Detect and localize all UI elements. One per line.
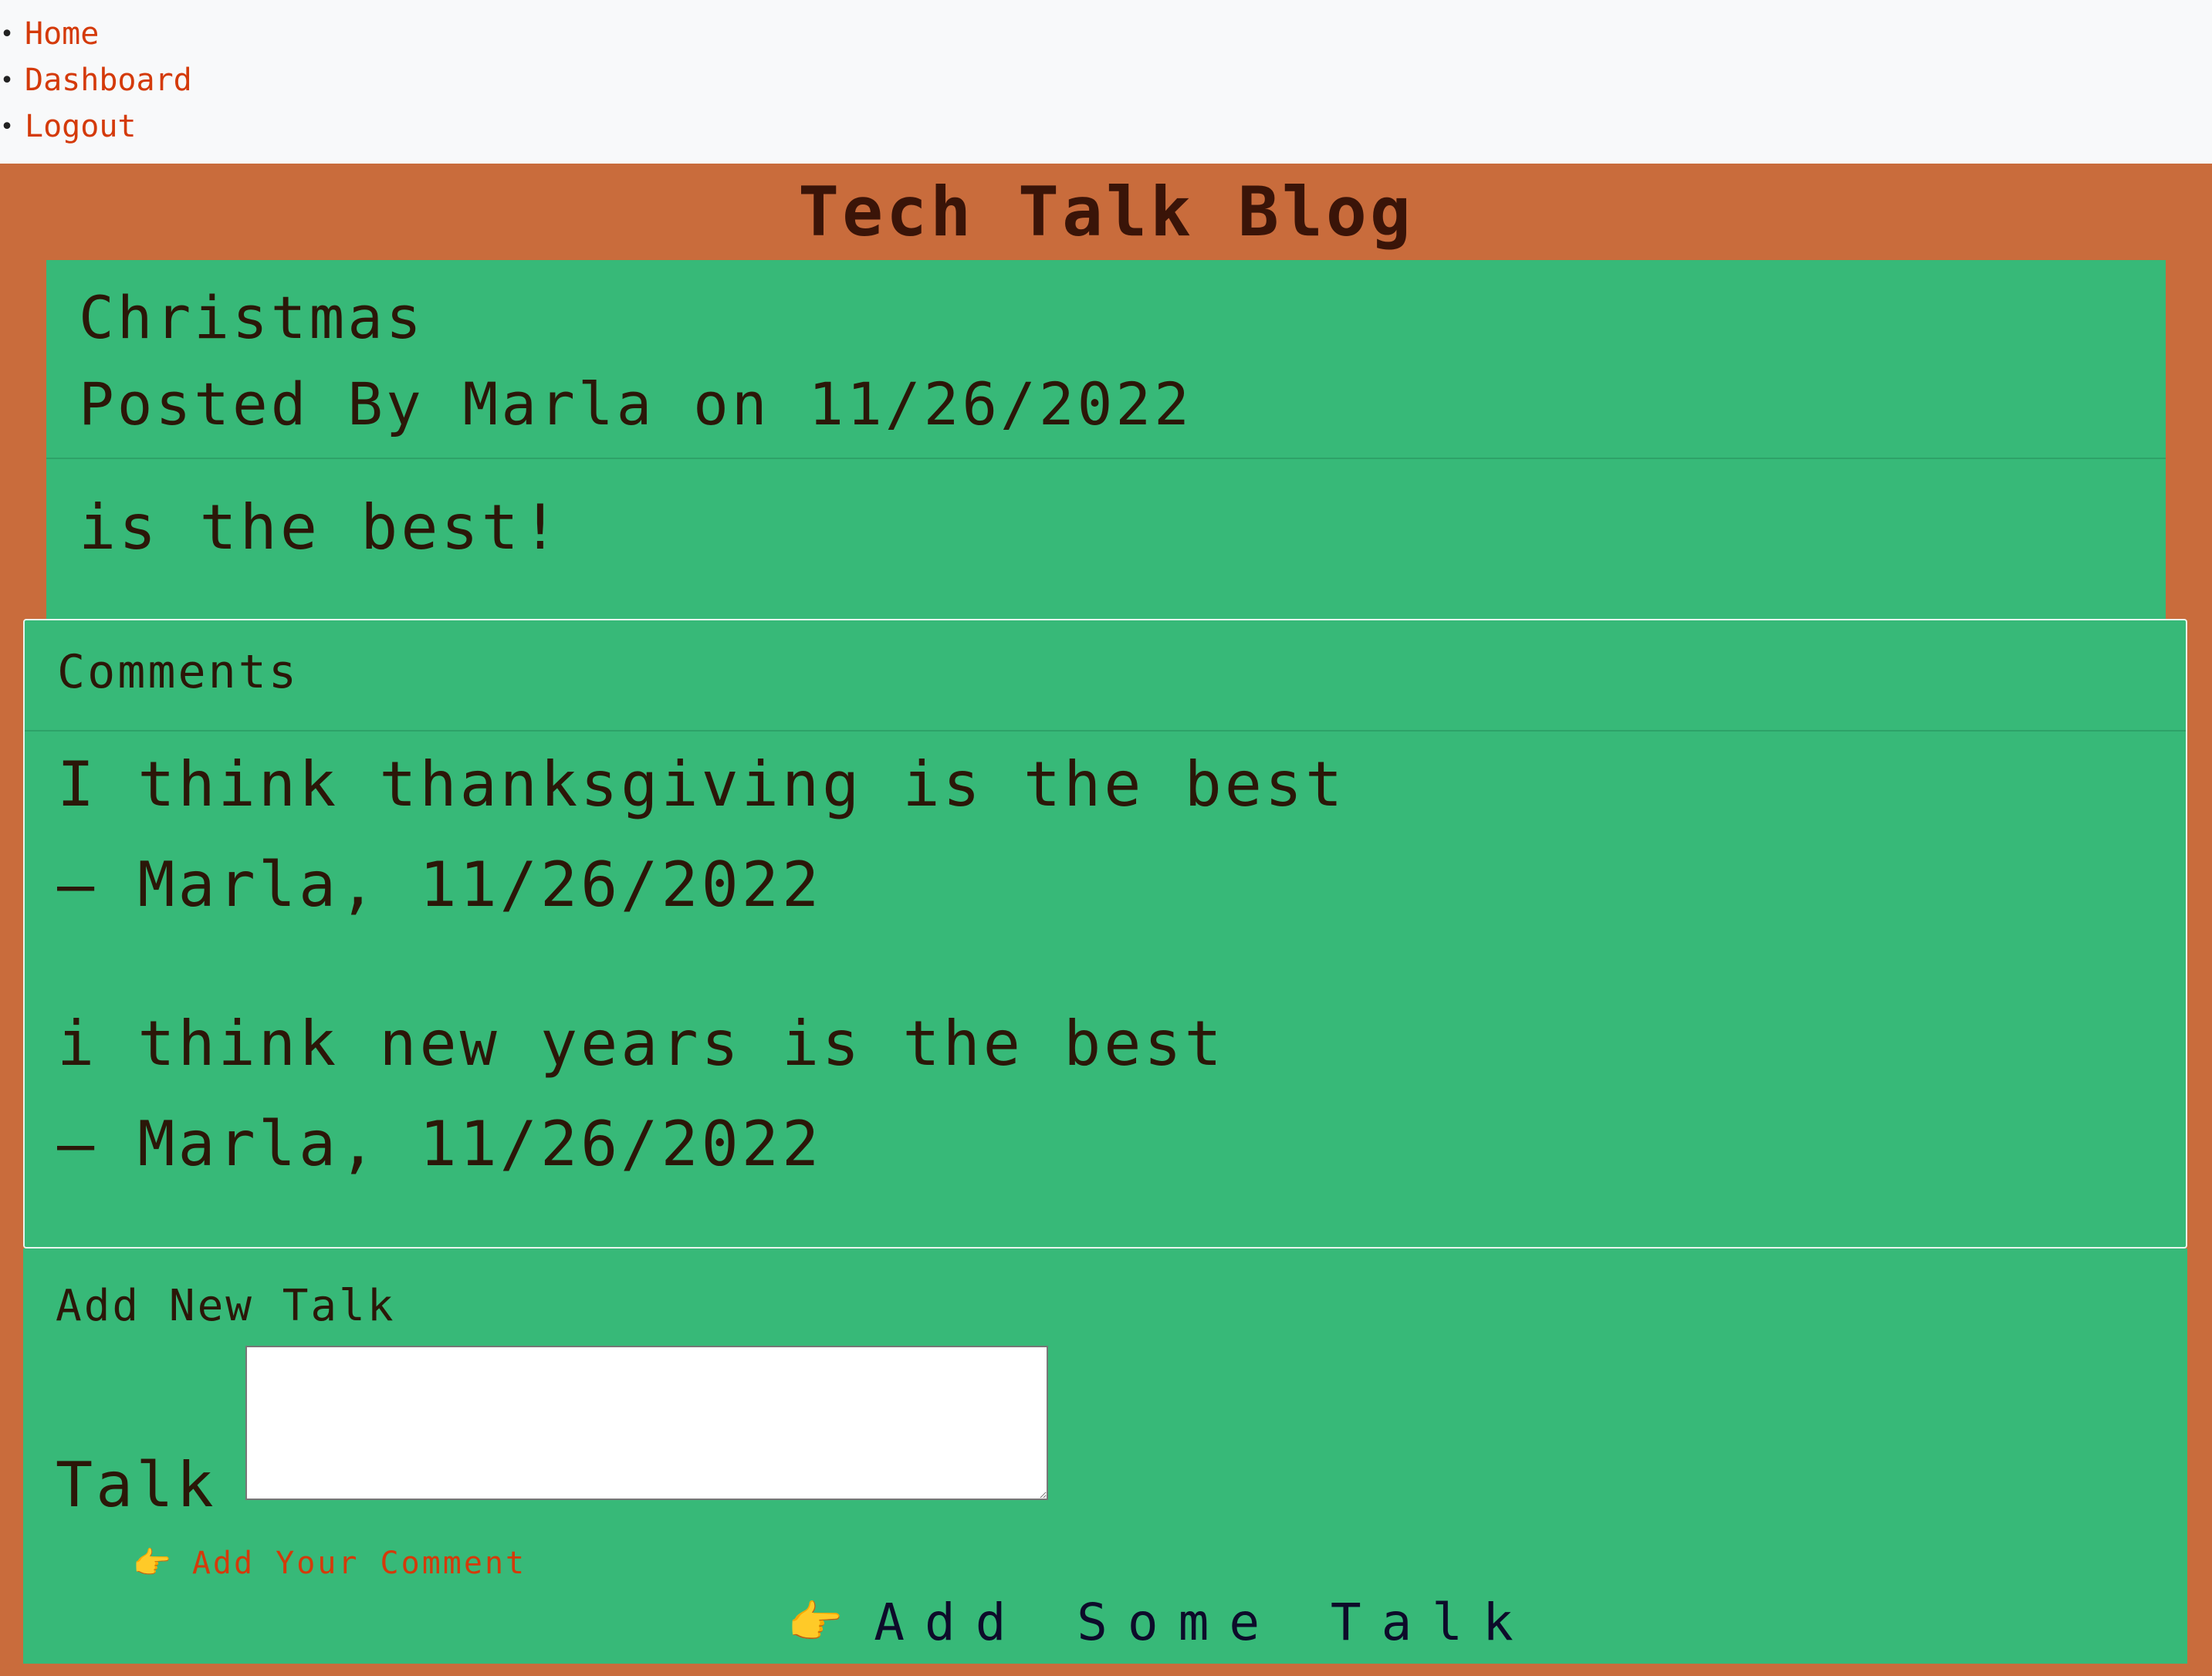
add-some-talk-button[interactable]: 👉 Add Some Talk	[787, 1593, 1534, 1652]
bullet-icon: •	[0, 20, 15, 48]
pointing-finger-icon: 👉	[787, 1596, 844, 1648]
add-comment-label: Add Your Comment	[191, 1545, 527, 1581]
comment-text: I think thanksgiving is the best	[57, 748, 1346, 820]
nav-link-home[interactable]: Home	[25, 16, 99, 52]
post-card: Christmas Posted By Marla on 11/26/2022 …	[46, 260, 2166, 620]
add-some-talk-label: Add Some Talk	[874, 1593, 1534, 1652]
comments-card: Comments I think thanksgiving is the bes…	[23, 619, 2187, 1249]
nav-item-dashboard[interactable]: • Dashboard	[0, 57, 192, 103]
add-comment-link[interactable]: 👉 Add Your Comment	[133, 1545, 527, 1582]
post-meta: Posted By Marla on 11/26/2022	[79, 370, 1192, 438]
site-title: Tech Talk Blog	[798, 171, 1414, 252]
bullet-icon: •	[0, 66, 15, 94]
talk-label: Talk	[56, 1449, 217, 1521]
add-talk-title: Add New Talk	[56, 1281, 396, 1331]
nav-item-home[interactable]: • Home	[0, 11, 99, 57]
comments-title: Comments	[57, 645, 299, 699]
bullet-icon: •	[0, 113, 15, 140]
bottom-strip	[0, 1664, 2212, 1676]
top-nav: • Home • Dashboard • Logout	[0, 0, 2212, 164]
talk-textarea[interactable]	[245, 1346, 1048, 1500]
comments-header: Comments	[25, 620, 2186, 732]
nav-item-logout[interactable]: • Logout	[0, 103, 137, 150]
nav-link-dashboard[interactable]: Dashboard	[25, 63, 192, 98]
comment-byline: – Marla, 11/26/2022	[57, 1108, 823, 1180]
nav-link-logout[interactable]: Logout	[25, 109, 137, 144]
post-header: Christmas Posted By Marla on 11/26/2022	[46, 260, 2166, 459]
comment-byline: – Marla, 11/26/2022	[57, 849, 823, 921]
comment-text: i think new years is the best	[57, 1008, 1225, 1080]
post-body: is the best!	[79, 492, 562, 563]
post-title: Christmas	[79, 283, 424, 352]
add-talk-form: Add New Talk Talk 👉 Add Your Comment 👉 A…	[23, 1249, 2187, 1664]
pointing-finger-icon: 👉	[133, 1546, 174, 1581]
